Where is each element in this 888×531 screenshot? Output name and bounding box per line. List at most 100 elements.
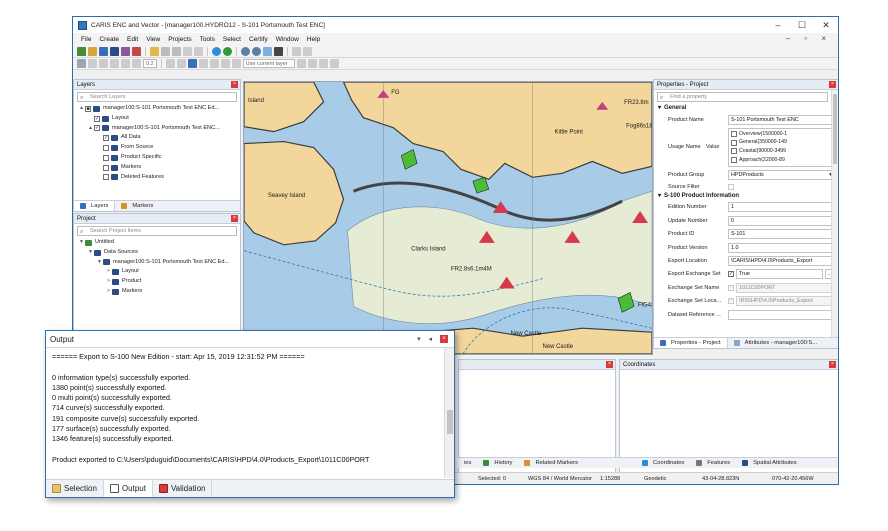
smooth-icon[interactable]	[231, 59, 241, 68]
undo-icon[interactable]	[183, 47, 192, 56]
copy-attr-icon[interactable]	[307, 59, 317, 68]
exchange-set-location-checkbox[interactable]: ✓	[728, 298, 734, 305]
tab-properties-partial[interactable]: ies	[458, 458, 477, 468]
visibility-checkbox[interactable]	[103, 145, 109, 152]
usage-option[interactable]: Approach(22000-89	[731, 156, 832, 165]
visibility-checkbox[interactable]: ■	[85, 105, 91, 112]
coordinates-close-button[interactable]: ×	[829, 361, 836, 368]
tree-item[interactable]: > Layout	[78, 267, 240, 277]
visibility-checkbox[interactable]: ✓	[94, 115, 100, 122]
tree-item[interactable]: > Product	[78, 277, 240, 287]
menu-edit[interactable]: Edit	[123, 36, 142, 43]
line-icon[interactable]	[99, 59, 108, 68]
measure-icon[interactable]	[292, 47, 301, 56]
layer-select-icon[interactable]	[187, 59, 197, 68]
expander-icon[interactable]: ▼	[96, 258, 103, 268]
attr-icon[interactable]	[296, 59, 306, 68]
flag-icon[interactable]	[318, 59, 328, 68]
usage-option[interactable]: Overview(1500000-1	[731, 130, 832, 139]
open-icon[interactable]	[88, 47, 97, 56]
split-icon[interactable]	[176, 59, 186, 68]
visibility-checkbox[interactable]	[103, 164, 109, 171]
tree-item[interactable]: ✓ All Data	[78, 133, 240, 143]
area-icon[interactable]	[110, 59, 119, 68]
layer-icon[interactable]	[110, 47, 119, 56]
tab-selection[interactable]: Selection	[46, 480, 104, 497]
tab-markers[interactable]: Markers	[115, 201, 159, 211]
output-scrollbar[interactable]	[444, 348, 454, 478]
output-pin-controls[interactable]: ▾ ◂	[417, 336, 435, 343]
minimize-button[interactable]: –	[766, 17, 790, 33]
zoom-out-icon[interactable]	[252, 47, 261, 56]
delete-icon[interactable]	[132, 47, 141, 56]
menu-view[interactable]: View	[142, 36, 164, 43]
tab-attributes[interactable]: Attributes - manager100:S...	[728, 338, 824, 348]
new-icon[interactable]	[77, 47, 86, 56]
chart-map-view[interactable]: FG Island Kittle Point FR23.8m Fog86s18m Seav…	[243, 81, 653, 355]
product-group-select[interactable]: HPDProducts▾	[728, 170, 835, 181]
expander-icon[interactable]: >	[105, 287, 112, 297]
menu-certify[interactable]: Certify	[245, 36, 272, 43]
move-icon[interactable]	[132, 59, 141, 68]
expander-icon[interactable]: ▼	[78, 238, 85, 248]
tab-related-markers[interactable]: Related Markers	[518, 458, 584, 468]
zoom-value-field[interactable]: 0.2	[143, 59, 157, 68]
property-search-input[interactable]: ⌕ Find a property	[657, 92, 828, 102]
tab-history[interactable]: History	[477, 458, 518, 468]
scrollbar-thumb[interactable]	[447, 410, 453, 434]
clip-icon[interactable]	[209, 59, 219, 68]
offset-icon[interactable]	[220, 59, 230, 68]
menu-select[interactable]: Select	[219, 36, 245, 43]
dataset-reference-field[interactable]	[728, 309, 835, 320]
exchange-set-name-field[interactable]: 1011C00PORT	[736, 282, 835, 293]
draw-icon[interactable]	[303, 47, 312, 56]
tab-coordinates[interactable]: Coordinates	[636, 458, 690, 468]
edition-number-field[interactable]: 1	[728, 202, 835, 213]
zoom-in-icon[interactable]	[241, 47, 250, 56]
menu-tools[interactable]: Tools	[196, 36, 219, 43]
copy-icon[interactable]	[161, 47, 170, 56]
tab-spatial-attributes[interactable]: Spatial Attributes	[736, 458, 803, 468]
menu-help[interactable]: Help	[303, 36, 324, 43]
mdi-controls[interactable]: – ▫ ×	[786, 34, 832, 43]
expander-icon[interactable]: ▲	[87, 124, 94, 134]
expander-icon[interactable]: ▲	[78, 104, 85, 114]
properties-close-button[interactable]: ×	[829, 81, 836, 88]
globe-icon[interactable]	[212, 47, 221, 56]
close-button[interactable]: ✕	[814, 17, 838, 33]
nautical-chart[interactable]: FG Island Kittle Point FR23.8m Fog86s18m Seav…	[244, 82, 652, 354]
node-icon[interactable]	[88, 59, 97, 68]
usage-option[interactable]: General(350000-149	[731, 138, 832, 147]
tree-item[interactable]: ▼ manager100:S-101 Portsmouth Test ENC Ed…	[78, 258, 240, 268]
expander-icon[interactable]: >	[105, 277, 112, 287]
source-filter-checkbox[interactable]	[728, 183, 734, 190]
scrollbar-thumb[interactable]	[833, 94, 837, 164]
checkbox[interactable]	[731, 148, 737, 155]
exchange-set-location-field[interactable]: \RIS\HPD\4.0\Products_Export	[736, 296, 835, 307]
product-version-field[interactable]: 1.0	[728, 242, 835, 253]
tree-item[interactable]: ✓ Layout	[78, 114, 240, 124]
visibility-checkbox[interactable]: ✓	[94, 125, 100, 132]
tree-item[interactable]: Product Specific	[78, 153, 240, 163]
visibility-checkbox[interactable]	[103, 174, 109, 181]
paste-icon[interactable]	[172, 47, 181, 56]
export-exchange-set-value[interactable]: True	[736, 269, 823, 280]
feature-list-close-button[interactable]: ×	[606, 361, 613, 368]
checkbox[interactable]	[731, 131, 737, 138]
tree-item[interactable]: ▲ ■ manager100:S-101 Portsmouth Test ENC E…	[78, 104, 240, 114]
layers-search-input[interactable]: ⌕ Search Layers	[77, 92, 237, 102]
select-icon[interactable]	[263, 47, 272, 56]
properties-scrollbar[interactable]	[831, 90, 838, 337]
expander-icon[interactable]: ▼	[87, 248, 94, 258]
save-icon[interactable]	[99, 47, 108, 56]
layers-close-button[interactable]: ×	[231, 81, 238, 88]
menu-file[interactable]: File	[77, 36, 95, 43]
exchange-set-name-checkbox[interactable]: ✓	[728, 284, 734, 291]
database-icon[interactable]	[121, 47, 130, 56]
tab-features[interactable]: Features	[690, 458, 736, 468]
merge-icon[interactable]	[198, 59, 208, 68]
tree-item[interactable]: ▼ Data Sources	[78, 248, 240, 258]
expander-icon[interactable]: >	[105, 267, 112, 277]
tree-item[interactable]: ▼ Untitled	[78, 238, 240, 248]
menu-create[interactable]: Create	[95, 36, 123, 43]
